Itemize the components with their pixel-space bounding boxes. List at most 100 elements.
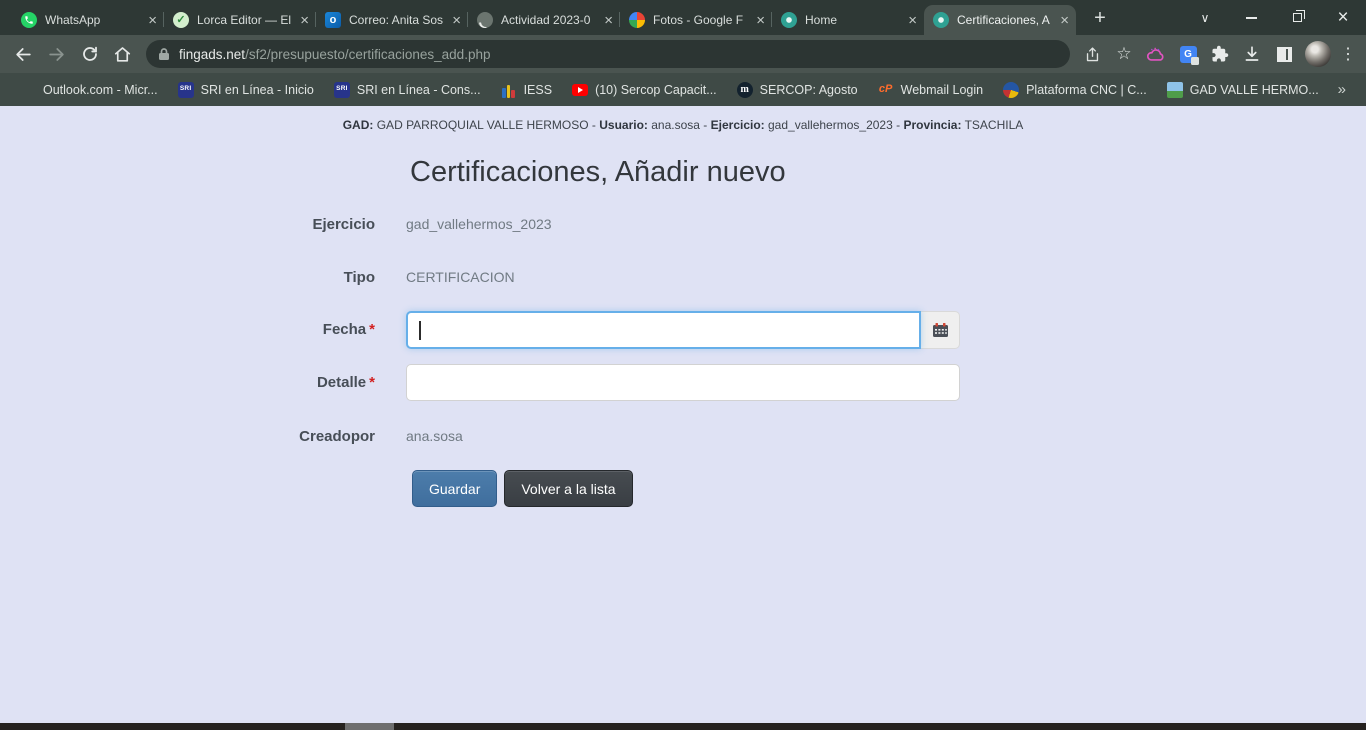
forward-button[interactable] [40, 38, 73, 71]
cloud-icon [1146, 47, 1166, 62]
browser-menu-button[interactable]: ⋮ [1337, 44, 1359, 64]
reload-icon [81, 45, 99, 63]
ejercicio-value: gad_vallehermos_2023 [406, 216, 552, 232]
whatsapp-icon [21, 12, 37, 28]
required-asterisk: * [369, 374, 375, 391]
share-button[interactable] [1077, 39, 1107, 69]
bookmark-webmail[interactable]: cP Webmail Login [868, 78, 993, 102]
fecha-label: Fecha* [0, 321, 375, 338]
tab-title: WhatsApp [45, 13, 143, 27]
downloads-button[interactable] [1237, 39, 1267, 69]
bookmark-label: Plataforma CNC | C... [1026, 83, 1147, 97]
google-photos-icon [629, 12, 645, 28]
bookmark-label: (10) Sercop Capacit... [595, 83, 717, 97]
provincia-value: TSACHILA [961, 118, 1023, 132]
minimize-button[interactable] [1228, 0, 1274, 35]
tab-close-icon[interactable]: × [908, 13, 917, 28]
page-title: Certificaciones, Añadir nuevo [410, 156, 786, 189]
tab-close-icon[interactable]: × [1060, 13, 1069, 28]
tab-close-icon[interactable]: × [604, 13, 613, 28]
creadopor-value: ana.sosa [406, 428, 463, 444]
cnc-icon [1003, 82, 1019, 98]
calendar-icon [932, 322, 949, 338]
fecha-label-text: Fecha [323, 321, 366, 338]
text-cursor [419, 321, 421, 340]
reload-button[interactable] [73, 38, 106, 71]
bookmark-sercop-youtube[interactable]: (10) Sercop Capacit... [562, 78, 727, 102]
landscape-icon [1167, 82, 1183, 98]
home-button[interactable] [106, 38, 139, 71]
tipo-value: CERTIFICACION [406, 269, 515, 285]
restore-button[interactable] [1274, 0, 1320, 35]
tab-actividad[interactable]: Actividad 2023-0 × [468, 5, 620, 35]
creadopor-label: Creadopor [0, 428, 375, 445]
bookmarks-overflow-chevron[interactable]: » [1338, 81, 1356, 98]
tab-close-icon[interactable]: × [452, 13, 461, 28]
fecha-input[interactable] [406, 311, 921, 349]
bookmark-label: Outlook.com - Micr... [43, 83, 158, 97]
profile-avatar[interactable] [1305, 41, 1331, 67]
tab-certificaciones-active[interactable]: Certificaciones, A × [924, 5, 1076, 35]
gad-value: GAD PARROQUIAL VALLE HERMOSO [373, 118, 588, 132]
restore-icon [1293, 13, 1302, 22]
calendar-picker-button[interactable] [921, 311, 960, 349]
tab-home[interactable]: Home × [772, 5, 924, 35]
microsoft-icon [20, 82, 36, 98]
tab-lorca-editor[interactable]: ✓ Lorca Editor — El × [164, 5, 316, 35]
ejercicio-label: Ejercicio: [711, 118, 765, 132]
guardar-button[interactable]: Guardar [412, 470, 497, 507]
volver-a-la-lista-button[interactable]: Volver a la lista [504, 470, 632, 507]
provincia-label: Provincia: [903, 118, 961, 132]
browser-toolbar: fingads.net/sf2/presupuesto/certificacio… [0, 35, 1366, 73]
detalle-label-text: Detalle [317, 374, 366, 391]
back-button[interactable] [7, 38, 40, 71]
bookmark-label: IESS [524, 83, 553, 97]
minimize-icon [1246, 17, 1257, 19]
lock-icon [158, 47, 170, 61]
usuario-value: ana.sosa [648, 118, 700, 132]
window-close-button[interactable]: × [1320, 0, 1366, 35]
side-panel-button[interactable] [1269, 39, 1299, 69]
detalle-input[interactable] [406, 364, 960, 401]
tab-correo-outlook[interactable]: o Correo: Anita Sos × [316, 5, 468, 35]
ejercicio-label: Ejercicio [0, 216, 375, 233]
tab-search-chevron-icon[interactable]: ∨ [1182, 0, 1228, 35]
address-bar[interactable]: fingads.net/sf2/presupuesto/certificacio… [146, 40, 1070, 68]
sri-icon: SRI [178, 82, 194, 98]
translate-extension-button[interactable]: G [1173, 39, 1203, 69]
bookmark-star-button[interactable]: ☆ [1109, 39, 1139, 69]
tab-whatsapp[interactable]: WhatsApp × [12, 5, 164, 35]
tab-close-icon[interactable]: × [756, 13, 765, 28]
new-tab-button[interactable]: + [1086, 4, 1114, 32]
bookmark-outlook[interactable]: Outlook.com - Micr... [10, 78, 168, 102]
browser-window: WhatsApp × ✓ Lorca Editor — El × o Corre… [0, 0, 1366, 730]
outlook-icon: o [325, 12, 341, 28]
required-asterisk: * [369, 321, 375, 338]
tab-close-icon[interactable]: × [148, 13, 157, 28]
bookmark-sri-consultas[interactable]: SRI SRI en Línea - Cons... [324, 78, 491, 102]
tab-close-icon[interactable]: × [300, 13, 309, 28]
tab-google-photos[interactable]: Fotos - Google F × [620, 5, 772, 35]
bookmark-label: Webmail Login [901, 83, 983, 97]
tab-title: Certificaciones, A [957, 13, 1055, 27]
bookmark-plataforma-cnc[interactable]: Plataforma CNC | C... [993, 78, 1157, 102]
form-buttons: Guardar Volver a la lista [412, 470, 633, 507]
iess-icon [501, 82, 517, 98]
forward-icon [47, 45, 66, 64]
bookmark-iess[interactable]: IESS [491, 78, 563, 102]
globe-icon [477, 12, 493, 28]
separator: - [893, 118, 904, 132]
bookmark-gad-valle-hermoso[interactable]: GAD VALLE HERMO... [1157, 78, 1329, 102]
home-icon [113, 45, 132, 64]
bookmark-sri-inicio[interactable]: SRI SRI en Línea - Inicio [168, 78, 324, 102]
taskbar-edge-segment [345, 723, 394, 730]
fingads-gear-icon [933, 12, 949, 28]
gad-label: GAD: [343, 118, 374, 132]
back-icon [14, 45, 33, 64]
extensions-button[interactable] [1205, 39, 1235, 69]
ejercicio-value: gad_vallehermos_2023 [765, 118, 893, 132]
bookmark-sercop-agosto[interactable]: m SERCOP: Agosto [727, 78, 868, 102]
cloud-extension-button[interactable] [1141, 39, 1171, 69]
url-text: fingads.net/sf2/presupuesto/certificacio… [179, 47, 490, 62]
tab-title: Actividad 2023-0 [501, 13, 599, 27]
